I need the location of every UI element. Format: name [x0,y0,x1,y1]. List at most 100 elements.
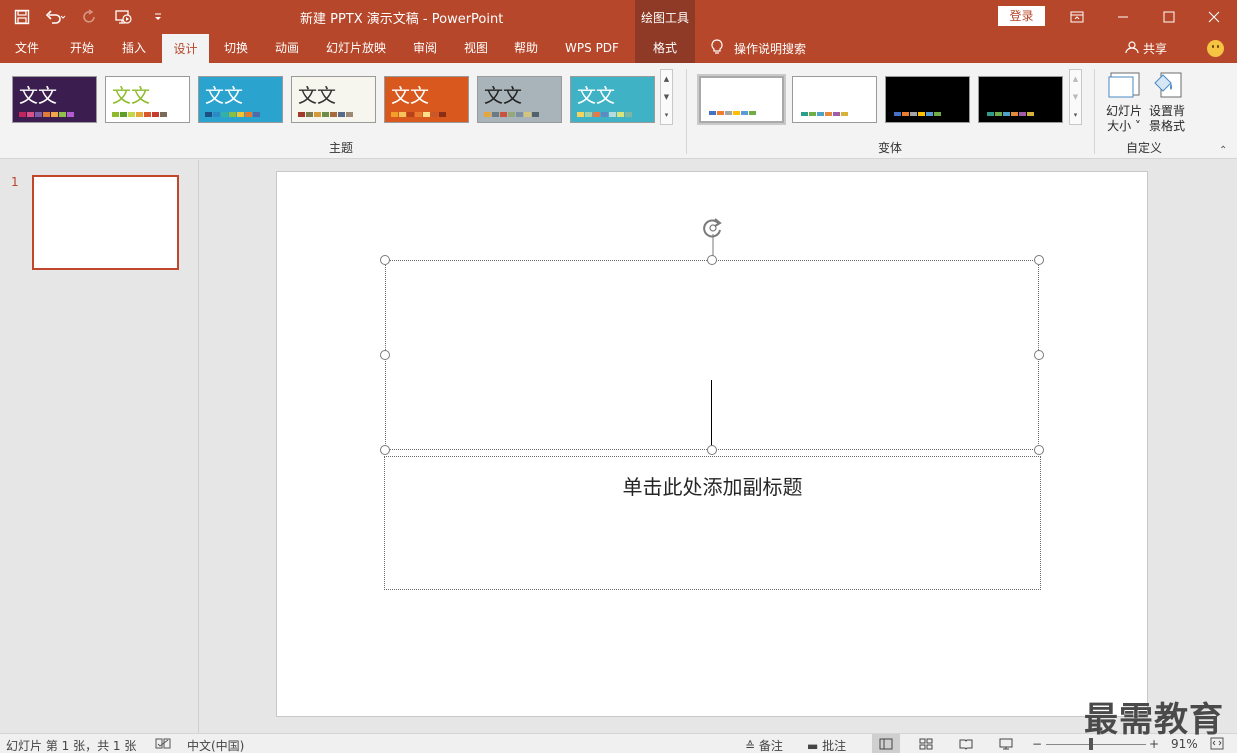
slide-size-button[interactable]: 幻灯片 大小 ˅ [1103,69,1145,134]
tab-wps-pdf[interactable]: WPS PDF [558,33,626,63]
color-swatch [825,112,832,116]
tab-format[interactable]: 格式 [635,33,695,63]
slide-canvas[interactable]: 单击此处添加副标题 [276,171,1148,717]
language-indicator[interactable]: 中文(中国) [187,737,244,753]
slideshow-view-icon[interactable] [992,734,1020,753]
customize-qat-icon[interactable] [146,6,170,28]
feedback-smiley-icon[interactable] [1207,40,1224,57]
login-button[interactable]: 登录 [998,6,1045,26]
tab-view[interactable]: 视图 [454,33,498,63]
collapse-ribbon-icon[interactable]: ⌃ [1219,145,1227,156]
themes-gallery-scroll[interactable]: ▲ ▼ ▾ [660,69,673,125]
title-placeholder[interactable] [385,260,1039,450]
theme-option[interactable]: 文文 [384,76,469,123]
theme-option[interactable]: 文文 [477,76,562,123]
color-swatch [136,112,143,117]
tab-file[interactable]: 文件 [6,33,48,63]
color-swatch [51,112,58,117]
subtitle-placeholder-text: 单击此处添加副标题 [622,475,803,499]
variant-option[interactable] [697,74,786,125]
color-swatch [112,112,119,117]
undo-icon[interactable] [44,6,68,28]
rotate-handle-icon[interactable] [700,216,726,256]
resize-handle-top-right[interactable] [1034,255,1044,265]
tab-design[interactable]: 设计 [162,34,209,63]
reading-view-icon[interactable] [952,734,980,753]
gallery-more-icon[interactable]: ▾ [661,106,672,124]
minimize-icon[interactable] [1100,0,1146,33]
save-icon[interactable] [10,6,34,28]
resize-handle-right[interactable] [1034,350,1044,360]
ribbon-display-options-icon[interactable] [1054,0,1100,33]
tell-me-search[interactable]: 操作说明搜索 [710,33,806,63]
tab-review[interactable]: 审阅 [403,33,447,63]
theme-sample-text: 文文 [484,85,523,107]
comments-button[interactable]: ▬ 批注 [807,737,846,753]
color-swatch [801,112,808,116]
resize-handle-top-left[interactable] [380,255,390,265]
resize-handle-bottom-left[interactable] [380,445,390,455]
tab-help[interactable]: 帮助 [504,33,548,63]
spell-check-icon[interactable] [155,737,171,750]
zoom-out-button[interactable]: − [1032,737,1042,751]
notes-button[interactable]: ≙ 备注 [745,737,783,753]
theme-option[interactable]: 文文 [12,76,97,123]
slide-thumbnail[interactable] [32,175,179,270]
zoom-slider-track[interactable] [1046,744,1146,745]
format-background-button[interactable]: 设置背 景格式 [1146,69,1188,134]
powerpoint-window: 新建 PPTX 演示文稿 - PowerPoint 绘图工具 登录 文件 开始 … [0,0,1237,753]
color-swatch [492,112,499,117]
resize-handle-bottom[interactable] [707,445,717,455]
variant-option[interactable] [978,76,1063,123]
color-swatch [43,112,50,117]
color-swatch [725,111,732,115]
tab-insert[interactable]: 插入 [112,33,156,63]
tab-transitions[interactable]: 切换 [214,33,258,63]
color-swatch [298,112,305,117]
chevron-up-icon[interactable]: ▲ [661,70,672,88]
color-swatch [1003,112,1010,116]
tab-home[interactable]: 开始 [60,33,104,63]
gallery-more-icon[interactable]: ▾ [1070,106,1081,124]
resize-handle-top[interactable] [707,255,717,265]
color-swatch [910,112,917,116]
lightbulb-icon [710,38,724,58]
notes-icon: ≙ [745,739,756,753]
close-icon[interactable] [1191,0,1237,33]
theme-option[interactable]: 文文 [291,76,376,123]
variant-color-swatches [801,112,848,116]
slide-size-icon [1106,69,1142,101]
person-icon [1125,40,1139,57]
variants-gallery-scroll[interactable]: ▲ ▼ ▾ [1069,69,1082,125]
color-swatch [995,112,1002,116]
share-button[interactable]: 共享 [1125,33,1167,63]
slide-sorter-view-icon[interactable] [912,734,940,753]
tab-animations[interactable]: 动画 [265,33,309,63]
tab-slideshow[interactable]: 幻灯片放映 [318,33,394,63]
theme-option[interactable]: 文文 [570,76,655,123]
theme-option[interactable]: 文文 [105,76,190,123]
color-swatch [609,112,616,117]
document-title: 新建 PPTX 演示文稿 - PowerPoint [300,12,504,27]
color-swatch [391,112,398,117]
color-swatch [749,111,756,115]
start-slideshow-icon[interactable] [112,6,136,28]
theme-option[interactable]: 文文 [198,76,283,123]
chevron-down-icon[interactable]: ▼ [661,88,672,106]
redo-icon[interactable] [78,6,102,28]
resize-handle-left[interactable] [380,350,390,360]
variant-option[interactable] [792,76,877,123]
theme-sample-text: 文文 [391,85,430,107]
subtitle-placeholder[interactable]: 单击此处添加副标题 [384,456,1041,590]
variant-option[interactable] [885,76,970,123]
theme-sample-text: 文文 [298,85,337,107]
normal-view-icon[interactable] [872,734,900,753]
color-swatch [245,112,252,117]
color-swatch [67,112,74,117]
slide-info: 幻灯片 第 1 张，共 1 张 [6,739,137,753]
resize-handle-bottom-right[interactable] [1034,445,1044,455]
color-swatch [144,112,151,117]
maximize-icon[interactable] [1146,0,1192,33]
chevron-down-icon[interactable]: ▼ [1070,88,1081,106]
chevron-up-icon[interactable]: ▲ [1070,70,1081,88]
